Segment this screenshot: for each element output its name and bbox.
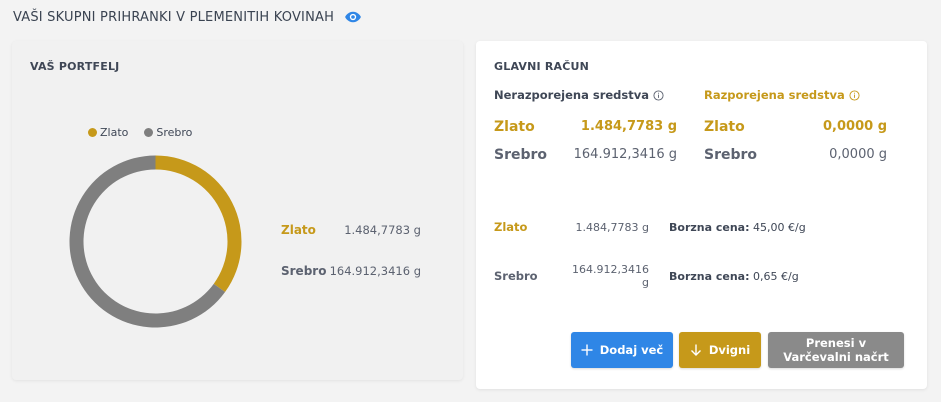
withdraw-button[interactable]: Dvigni xyxy=(679,332,761,368)
market-price-label: Borzna cena: xyxy=(669,220,750,234)
allocated-silver-row: Srebro 0,0000 g xyxy=(704,147,887,163)
market-price-value: 45,00 €/g xyxy=(753,220,806,234)
unallocated-gold-row: Zlato 1.484,7783 g xyxy=(494,119,677,135)
arrow-down-icon xyxy=(690,344,702,356)
page-header: VAŠI SKUPNI PRIHRANKI V PLEMENITIH KOVIN… xyxy=(13,8,362,26)
price-metal-value: 1.484,7783 g xyxy=(575,220,649,234)
market-price-value: 0,65 €/g xyxy=(753,269,799,283)
add-more-label: Dodaj več xyxy=(599,343,664,357)
transfer-label-line2: Varčevalni načrt xyxy=(783,350,889,364)
balance-label: Srebro xyxy=(704,147,758,163)
price-metal-label: Srebro xyxy=(494,269,538,283)
price-row-silver: Srebro 164.912,3416 g Borzna cena: 0,65 … xyxy=(494,263,799,289)
balance-label: Zlato xyxy=(494,119,535,135)
portfolio-donut-chart xyxy=(69,155,242,328)
add-more-button[interactable]: Dodaj več xyxy=(571,332,673,368)
balance-value: 0,0000 g xyxy=(829,147,887,162)
allocated-heading: Razporejena sredstva xyxy=(704,88,860,102)
page-title: VAŠI SKUPNI PRIHRANKI V PLEMENITIH KOVIN… xyxy=(13,9,335,25)
portfolio-row-silver: Srebro 164.912,3416 g xyxy=(281,264,421,278)
price-row-gold: Zlato 1.484,7783 g Borzna cena: 45,00 €/… xyxy=(494,220,806,234)
transfer-label-line1: Prenesi v xyxy=(805,336,867,350)
metal-label: Srebro xyxy=(281,264,327,278)
main-account-card: GLAVNI RAČUN Nerazporejena sredstva Razp… xyxy=(476,41,927,389)
balance-value: 0,0000 g xyxy=(823,119,887,134)
balance-label: Zlato xyxy=(704,119,745,135)
withdraw-label: Dvigni xyxy=(708,343,751,357)
market-price-label: Borzna cena: xyxy=(669,269,750,283)
allocated-gold-row: Zlato 0,0000 g xyxy=(704,119,887,135)
legend-item-gold[interactable]: Zlato xyxy=(88,126,128,139)
plus-icon xyxy=(581,344,593,356)
unallocated-label: Nerazporejena sredstva xyxy=(494,88,649,102)
gold-dot-icon xyxy=(88,128,97,137)
balance-value: 1.484,7783 g xyxy=(580,119,677,134)
portfolio-row-gold: Zlato 1.484,7783 g xyxy=(281,223,421,237)
market-price: Borzna cena: 0,65 €/g xyxy=(669,270,799,283)
price-metal-value: 164.912,3416 g xyxy=(572,263,649,289)
account-title: GLAVNI RAČUN xyxy=(494,60,590,73)
allocated-label: Razporejena sredstva xyxy=(704,88,845,102)
unallocated-heading: Nerazporejena sredstva xyxy=(494,88,664,102)
portfolio-card: VAŠ PORTFELJ Zlato Srebro Zlato 1.484,77… xyxy=(12,41,463,380)
legend-label: Zlato xyxy=(100,126,129,139)
price-metal-label: Zlato xyxy=(494,220,528,234)
chart-legend: Zlato Srebro xyxy=(88,126,192,139)
metal-value: 1.484,7783 g xyxy=(344,223,421,237)
eye-icon[interactable] xyxy=(344,8,362,26)
portfolio-title: VAŠ PORTFELJ xyxy=(30,60,120,73)
metal-label: Zlato xyxy=(281,223,316,237)
balance-value: 164.912,3416 g xyxy=(573,147,677,162)
silver-dot-icon xyxy=(144,128,154,137)
info-icon[interactable] xyxy=(653,89,664,101)
legend-item-silver[interactable]: Srebro xyxy=(144,126,192,139)
info-icon[interactable] xyxy=(849,89,860,101)
unallocated-silver-row: Srebro 164.912,3416 g xyxy=(494,147,677,163)
market-price: Borzna cena: 45,00 €/g xyxy=(669,221,806,234)
transfer-to-savings-plan-button[interactable]: Prenesi v Varčevalni načrt xyxy=(768,332,904,368)
balance-label: Srebro xyxy=(494,147,548,163)
donut-slice-zlato[interactable] xyxy=(155,155,242,293)
metal-value: 164.912,3416 g xyxy=(329,264,421,278)
legend-label: Srebro xyxy=(156,126,193,139)
